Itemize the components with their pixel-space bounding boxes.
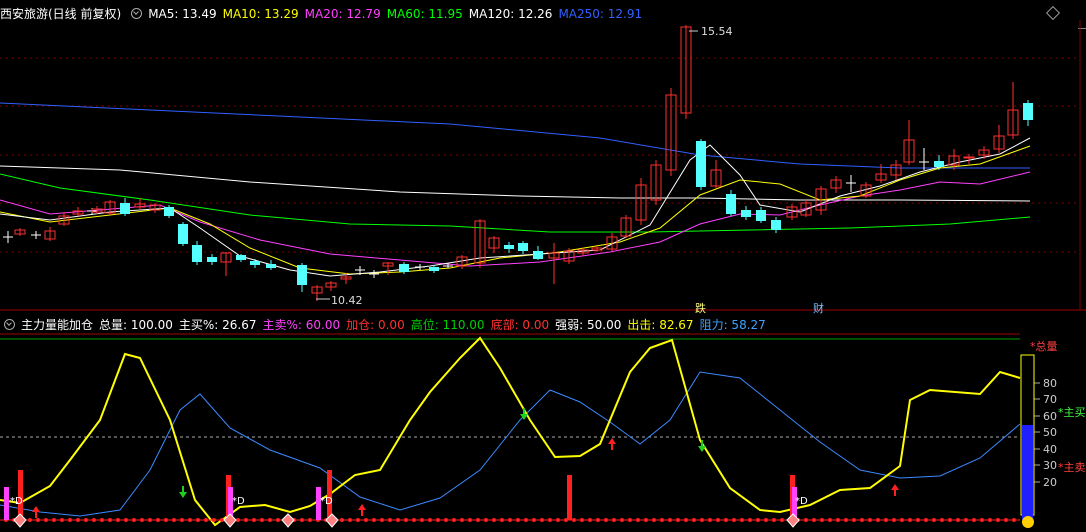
candle-body — [504, 245, 514, 249]
ma120-line — [0, 165, 1031, 202]
volume-spike — [4, 487, 9, 520]
candle-body — [207, 257, 217, 262]
diamond-marker — [786, 513, 800, 528]
axis-tick-label: 80 — [1043, 377, 1057, 390]
smiley-icon — [1022, 516, 1034, 528]
legend-buy: *主买 — [1058, 406, 1086, 419]
candle-body — [741, 210, 751, 217]
d-marker: *D — [320, 496, 333, 507]
diamond-marker — [223, 513, 237, 528]
d-marker: *D — [10, 496, 23, 507]
candle-body — [1023, 103, 1033, 120]
stock-chart[interactable]: 15.54 10.42 跌 财 80 70 60 50 40 30 20 *总量 *主买 *主卖 *D *D… — [0, 0, 1086, 532]
candle-body — [120, 203, 130, 214]
axis-tick-label: 30 — [1043, 459, 1057, 472]
candle-body — [266, 264, 276, 268]
candle-body — [250, 261, 260, 265]
up-arrow-head — [358, 504, 366, 510]
resistance-line — [0, 371, 1021, 517]
candle-body — [756, 210, 766, 221]
low-price-label: 10.42 — [331, 294, 363, 307]
candle-body — [429, 267, 439, 271]
legend-total: *总量 — [1030, 339, 1058, 353]
event-marker: 跌 — [695, 301, 706, 315]
ma250-line — [0, 102, 1030, 169]
d-marker: *D — [795, 496, 808, 507]
axis-tick-label: 50 — [1043, 426, 1057, 439]
axis-tick-label: 20 — [1043, 476, 1057, 489]
legend-sell: *主卖 — [1058, 461, 1086, 474]
volume-spike — [327, 470, 332, 520]
up-arrow-head — [32, 506, 40, 512]
axis-tick-label: 70 — [1043, 393, 1057, 406]
diamond-marker — [281, 513, 295, 528]
down-arrow-head — [179, 492, 187, 498]
volume-spike — [18, 470, 23, 520]
up-arrow-head — [891, 484, 899, 490]
candle-body — [696, 141, 706, 187]
up-arrow-head — [608, 438, 616, 444]
ma20-line — [0, 171, 1031, 267]
attack-line — [0, 336, 1021, 527]
candle-body — [297, 265, 307, 285]
high-price-label: 15.54 — [701, 25, 733, 38]
volume-spike — [567, 475, 572, 520]
candle-body — [533, 251, 543, 259]
candle-body — [771, 220, 781, 230]
candle-body — [236, 255, 246, 260]
candle-body — [726, 194, 736, 214]
candle-body — [399, 264, 409, 272]
candle-body — [934, 161, 944, 167]
diamond-marker — [13, 513, 27, 528]
axis-tick-label: 60 — [1043, 410, 1057, 423]
event-marker: 财 — [813, 301, 824, 315]
buy-bar-fill — [1022, 425, 1033, 520]
d-marker: *D — [232, 496, 245, 507]
candle-body — [192, 245, 202, 262]
candle-body — [963, 156, 975, 159]
axis-tick-label: 40 — [1043, 443, 1057, 456]
candle-body — [518, 243, 528, 251]
candle-body — [164, 207, 174, 216]
candle-body — [178, 224, 188, 244]
